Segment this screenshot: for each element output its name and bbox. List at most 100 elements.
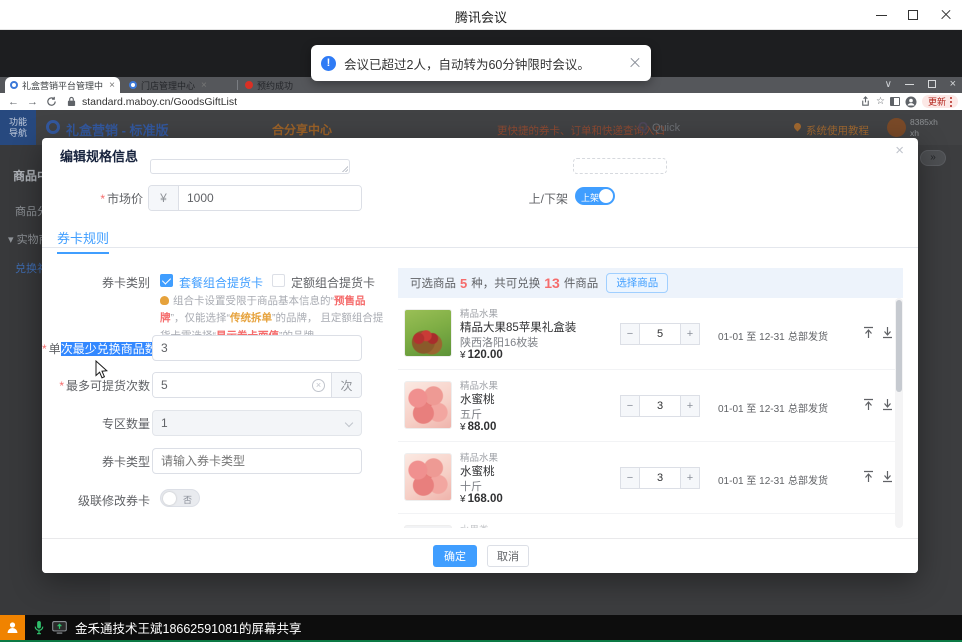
nav-toggle-button[interactable]: 功能 导航: [0, 110, 36, 145]
quantity-stepper: − 5 +: [620, 323, 700, 345]
tab-close-icon[interactable]: ×: [201, 80, 207, 91]
tab-close-icon[interactable]: ×: [109, 80, 115, 91]
stepper-minus-button[interactable]: −: [620, 323, 640, 345]
product-price: ¥88.00: [460, 421, 496, 433]
close-button[interactable]: [930, 0, 962, 30]
max-pick-label: *最多可提货次数: [42, 377, 150, 394]
forward-icon[interactable]: →: [27, 96, 38, 108]
unit-suffix: 次: [331, 373, 361, 397]
modal-close-icon[interactable]: ×: [895, 142, 904, 159]
share-center-link[interactable]: 合分享中心: [272, 121, 332, 138]
max-pick-input[interactable]: [153, 373, 312, 397]
product-price: ¥120.00: [460, 349, 503, 361]
market-price-input[interactable]: [179, 186, 361, 210]
product-spec: 陕西洛阳16枚装: [460, 334, 538, 350]
cancel-button[interactable]: 取消: [487, 545, 529, 567]
summary-text: 可选商品: [410, 275, 456, 291]
card-type-input[interactable]: [152, 448, 362, 474]
cascade-label: 级联修改券卡: [42, 492, 150, 509]
max-pick-field: × 次: [152, 372, 362, 398]
shelf-toggle[interactable]: 上架: [575, 187, 615, 205]
user-name-line1: 8385xh: [910, 117, 938, 128]
product-date-range: 01-01 至 12-31: [718, 328, 785, 343]
info-icon: !: [321, 56, 336, 71]
refresh-icon[interactable]: [46, 96, 57, 107]
meeting-titlebar: 腾讯会议: [0, 0, 962, 30]
tutorial-link[interactable]: 系统使用教程: [806, 123, 869, 138]
category-label: 券卡类别: [42, 274, 150, 291]
bulb-icon: [160, 296, 169, 305]
product-name: 精品大果85苹果礼盒装: [460, 319, 576, 335]
stepper-plus-button[interactable]: +: [680, 467, 700, 489]
minimize-button[interactable]: [866, 0, 898, 30]
product-image-apples: [404, 309, 452, 357]
screen-share-icon: [52, 621, 67, 634]
min-exchange-input[interactable]: [152, 335, 362, 361]
product-date-range: 01-01 至 12-31: [718, 400, 785, 415]
stepper-value[interactable]: 5: [640, 323, 680, 345]
product-brand: 精品水果: [460, 450, 498, 464]
move-to-bottom-icon[interactable]: [881, 398, 894, 411]
side-panel-icon[interactable]: [890, 97, 900, 106]
product-name: 水蜜桃: [460, 391, 495, 407]
confirm-button[interactable]: 确定: [433, 545, 477, 567]
menu-dots-icon[interactable]: [950, 101, 952, 103]
quick-text: Quick: [652, 122, 680, 134]
nav-toggle-line1: 功能: [9, 117, 27, 128]
stepper-plus-button[interactable]: +: [680, 323, 700, 345]
tab-coupon-rules[interactable]: 券卡规则: [57, 228, 109, 254]
move-to-top-icon[interactable]: [862, 470, 875, 483]
back-icon[interactable]: ←: [8, 96, 19, 108]
checkbox-fixed-card-label[interactable]: 定额组合提货卡: [291, 274, 375, 291]
clear-icon[interactable]: ×: [312, 379, 325, 392]
location-pin-icon: [793, 122, 803, 132]
stepper-value[interactable]: 3: [640, 395, 680, 417]
move-to-bottom-icon[interactable]: [881, 470, 894, 483]
expand-collapse-button[interactable]: »: [920, 150, 946, 166]
stepper-minus-button[interactable]: −: [620, 467, 640, 489]
zone-count-select[interactable]: 1: [152, 410, 362, 436]
maximize-button[interactable]: [898, 0, 930, 30]
checkbox-fixed-card[interactable]: [272, 274, 285, 287]
profile-icon[interactable]: [905, 96, 917, 108]
share-icon[interactable]: [860, 96, 871, 107]
partial-textarea[interactable]: [150, 159, 350, 174]
mouse-cursor: [95, 360, 108, 379]
checkbox-combo-card[interactable]: [160, 274, 173, 287]
browser-tab-1[interactable]: 礼盒营销平台管理中心 ×: [5, 77, 120, 93]
quantity-stepper: − 3 +: [620, 467, 700, 489]
partial-upload-box[interactable]: [573, 158, 667, 174]
move-to-bottom-icon[interactable]: [881, 326, 894, 339]
move-to-top-icon[interactable]: [862, 326, 875, 339]
stepper-value[interactable]: 3: [640, 467, 680, 489]
bookmark-star-icon[interactable]: ☆: [876, 96, 885, 107]
selectable-count: 5: [460, 276, 467, 291]
browser-close-icon[interactable]: ×: [950, 78, 956, 90]
move-to-top-icon[interactable]: [862, 398, 875, 411]
scrollbar-thumb[interactable]: [896, 300, 902, 392]
browser-update-button[interactable]: 更新: [922, 95, 958, 108]
stepper-plus-button[interactable]: +: [680, 395, 700, 417]
summary-text: 件商品: [564, 275, 599, 291]
toast-close-icon[interactable]: [629, 57, 641, 69]
browser-tab-2[interactable]: 门店管理中心 ×: [124, 77, 234, 93]
browser-restore-icon[interactable]: [928, 80, 936, 88]
cascade-toggle[interactable]: 否: [160, 489, 200, 507]
product-brand: 精品水果: [460, 306, 498, 320]
browser-minimize-icon[interactable]: [905, 84, 914, 85]
product-shipping: 总部发货: [788, 328, 828, 343]
screen: 腾讯会议 ! 会议已超过2人，自动转为60分钟限时会议。 礼盒营销平台管理中心 …: [0, 0, 962, 642]
stepper-minus-button[interactable]: −: [620, 395, 640, 417]
checkbox-combo-card-label[interactable]: 套餐组合提货卡: [179, 274, 263, 291]
user-avatar[interactable]: [887, 118, 906, 137]
products-panel-header: 可选商品 5 种，共可兑换 13 件商品 选择商品: [398, 268, 903, 298]
update-label: 更新: [928, 95, 946, 108]
meeting-window-title: 腾讯会议: [0, 7, 962, 26]
url-text[interactable]: standard.maboy.cn/GoodsGiftList: [82, 96, 237, 108]
chevron-down-icon[interactable]: ∨: [885, 79, 892, 90]
browser-tab-3[interactable]: 预约成功: [240, 77, 310, 93]
select-products-button[interactable]: 选择商品: [606, 273, 668, 293]
nav-toggle-line2: 导航: [9, 128, 27, 139]
tab-divider: [237, 80, 238, 90]
site-logo-icon: [46, 120, 60, 134]
